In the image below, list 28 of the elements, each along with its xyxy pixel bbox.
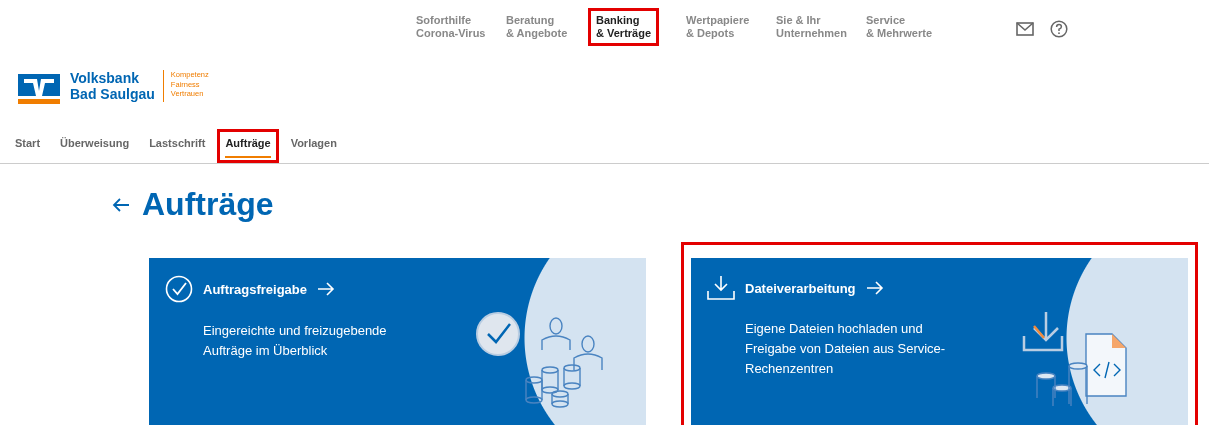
sub-nav-tab[interactable]: Aufträge xyxy=(225,137,271,158)
main-nav-link[interactable]: Banking & Verträge xyxy=(596,14,652,40)
right-arrow-icon[interactable] xyxy=(865,281,884,295)
bank-name: Bad Saulgau xyxy=(70,86,155,102)
download-icon xyxy=(707,275,735,301)
main-nav-link[interactable]: Wertpapiere & Depots xyxy=(686,14,750,40)
card-title[interactable]: Dateiverarbeitung xyxy=(745,280,856,296)
sub-nav-tab[interactable]: Vorlagen xyxy=(290,137,337,158)
help-icon[interactable] xyxy=(1050,20,1068,38)
service-card[interactable]: Dateiverarbeitung Eigene Dateien hochladen und Freigabe von Dateien aus Service-Rechenzentren xyxy=(691,258,1188,425)
right-arrow-icon[interactable] xyxy=(317,282,336,296)
main-nav-link[interactable]: Beratung & Angebote xyxy=(506,14,568,40)
service-card[interactable]: Auftragsfreigabe Eingereichte und freizugebende Aufträge im Überblick xyxy=(149,258,646,425)
bank-logo-icon[interactable] xyxy=(18,74,60,106)
main-nav-link[interactable]: Sie & Ihr Unternehmen xyxy=(776,14,847,40)
main-nav-link[interactable]: Soforthilfe Corona-Virus xyxy=(416,14,486,40)
bank-name: Volksbank xyxy=(70,70,140,86)
page-title: Aufträge xyxy=(142,186,274,223)
mail-icon[interactable] xyxy=(1016,22,1034,36)
card-description: Eingereichte und freizugebende Aufträge im Überblick xyxy=(203,322,388,360)
card-description: Eigene Dateien hochladen und Freigabe von Dateien aus Service-Rechenzentren xyxy=(745,320,947,378)
sub-nav-tab[interactable]: Lastschrift xyxy=(149,137,206,158)
main-nav-link[interactable]: Service & Mehrwerte xyxy=(866,14,933,40)
check-circle-icon xyxy=(165,275,193,303)
card-title[interactable]: Auftragsfreigabe xyxy=(203,281,308,297)
back-arrow-icon[interactable] xyxy=(112,197,130,212)
sub-nav-tab[interactable]: Start xyxy=(15,137,41,158)
sub-nav-tab[interactable]: Überweisung xyxy=(60,137,130,158)
